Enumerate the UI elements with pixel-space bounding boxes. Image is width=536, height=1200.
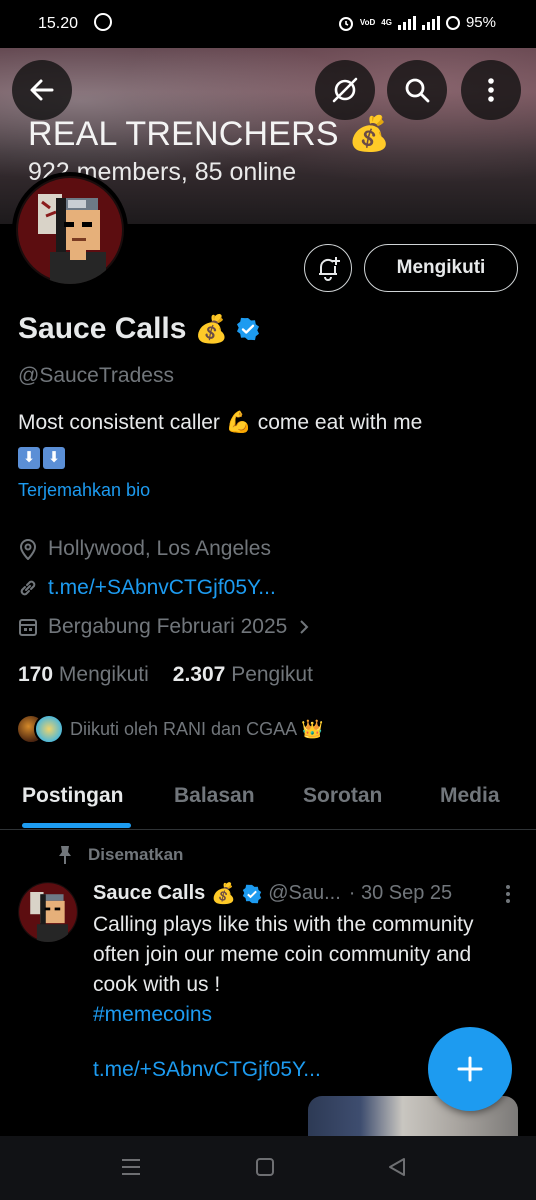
calendar-icon: [19, 619, 37, 636]
post-author-avatar[interactable]: [18, 882, 78, 942]
arrow-left-icon: [30, 79, 54, 101]
grok-button[interactable]: [315, 60, 375, 120]
post-text: Calling plays like this with the communi…: [93, 913, 474, 996]
money-bag-emoji: 💰: [194, 314, 229, 344]
compose-post-button[interactable]: [428, 1027, 512, 1111]
community-title[interactable]: REAL TRENCHERS 💰: [28, 114, 391, 154]
grok-icon: [332, 77, 358, 103]
location-text: Hollywood, Los Angeles: [48, 537, 271, 560]
bio-text: Most consistent caller 💪 come eat with m…: [18, 411, 423, 434]
notification-bell-button[interactable]: [304, 244, 352, 292]
post-link[interactable]: t.me/+SAbnvCTGjf05Y...: [93, 1058, 321, 1082]
post-author-handle: @Sau...: [268, 882, 341, 904]
whatsapp-icon: [94, 13, 112, 31]
signal-icon: [397, 15, 416, 30]
profile-name: Sauce Calls 💰: [18, 312, 260, 346]
followed-by-text: Diikuti oleh RANI dan CGAA 👑: [70, 718, 324, 739]
location-pin-icon: [19, 539, 37, 560]
profile-tabs: Postingan Balasan Sorotan Media: [0, 770, 536, 830]
tab-posts[interactable]: Postingan: [22, 784, 124, 808]
status-bar: 15.20 VoD 4G 95%: [0, 0, 536, 48]
following-count: 170: [18, 663, 54, 686]
translate-bio-link[interactable]: Terjemahkan bio: [18, 480, 150, 501]
post-author-name[interactable]: Sauce Calls: [93, 882, 205, 905]
link-icon: [20, 580, 36, 596]
battery-icon: [445, 15, 460, 30]
joined-row[interactable]: Bergabung Februari 2025: [18, 615, 311, 639]
tab-replies[interactable]: Balasan: [174, 784, 255, 808]
tab-highlights[interactable]: Sorotan: [303, 784, 382, 808]
profile-name-text: Sauce Calls: [18, 312, 187, 345]
chevron-right-icon: [300, 620, 309, 634]
pinned-label: Disematkan: [58, 845, 183, 865]
network-label: 4G: [381, 17, 392, 27]
avatar-image: [16, 176, 124, 284]
verified-badge-icon[interactable]: [236, 317, 260, 341]
active-tab-indicator: [22, 823, 131, 828]
search-icon: [405, 78, 430, 103]
following-button[interactable]: Mengikuti: [364, 244, 518, 292]
status-time: 15.20: [38, 15, 79, 32]
followed-by-row[interactable]: Diikuti oleh RANI dan CGAA 👑: [16, 714, 324, 744]
signal-icon-2: [421, 15, 440, 30]
carrier-label: VoD: [359, 17, 376, 27]
back-button[interactable]: [12, 60, 72, 120]
recent-apps-icon[interactable]: [120, 1158, 142, 1176]
post-hashtag[interactable]: #memecoins: [93, 1000, 493, 1030]
system-navigation-bar: [0, 1136, 536, 1200]
down-arrow-emoji: ⬇: [43, 447, 65, 469]
post-date: · 30 Sep 25: [348, 882, 453, 904]
more-options-button[interactable]: [461, 60, 521, 120]
post-more-icon[interactable]: [498, 882, 518, 906]
plus-icon: [457, 1056, 483, 1082]
post-header: Sauce Calls 💰 @Sau... · 30 Sep 25: [93, 881, 513, 906]
battery-level: 95%: [465, 14, 496, 31]
pin-icon: [59, 846, 71, 864]
link-row[interactable]: t.me/+SAbnvCTGjf05Y...: [18, 576, 276, 600]
followers-count: 2.307: [172, 663, 226, 686]
followers-label: Pengikut: [231, 663, 313, 686]
down-arrow-emoji: ⬇: [18, 447, 40, 469]
back-triangle-icon[interactable]: [386, 1156, 408, 1178]
status-indicators: VoD 4G 95%: [338, 14, 496, 31]
verified-badge-icon: [243, 884, 262, 903]
bio-arrows: ⬇ ⬇: [18, 438, 498, 469]
profile-avatar[interactable]: [12, 172, 128, 288]
post-body: Calling plays like this with the communi…: [93, 910, 493, 1030]
followers-count-link[interactable]: 2.307 Pengikut: [173, 663, 313, 687]
money-bag-emoji: 💰: [348, 115, 391, 153]
tab-media[interactable]: Media: [440, 784, 500, 808]
search-button[interactable]: [387, 60, 447, 120]
joined-text: Bergabung Februari 2025: [48, 615, 288, 638]
following-label: Mengikuti: [58, 663, 149, 686]
follow-counts: 170 Mengikuti 2.307 Pengikut: [18, 663, 313, 687]
follower-avatar: [34, 714, 64, 744]
home-icon[interactable]: [256, 1158, 274, 1176]
profile-bio: Most consistent caller 💪 come eat with m…: [18, 408, 498, 469]
community-title-text: REAL TRENCHERS: [28, 115, 339, 153]
money-bag-emoji: 💰: [211, 883, 237, 905]
more-vertical-icon: [488, 78, 494, 102]
avatar-image: [18, 882, 78, 942]
alarm-icon: [338, 16, 353, 31]
profile-handle: @SauceTradess: [18, 364, 174, 387]
location-row: Hollywood, Los Angeles: [18, 537, 271, 561]
profile-link[interactable]: t.me/+SAbnvCTGjf05Y...: [48, 576, 276, 600]
following-count-link[interactable]: 170 Mengikuti: [18, 663, 149, 687]
bell-plus-icon: [319, 257, 340, 281]
pinned-text: Disematkan: [88, 845, 184, 864]
